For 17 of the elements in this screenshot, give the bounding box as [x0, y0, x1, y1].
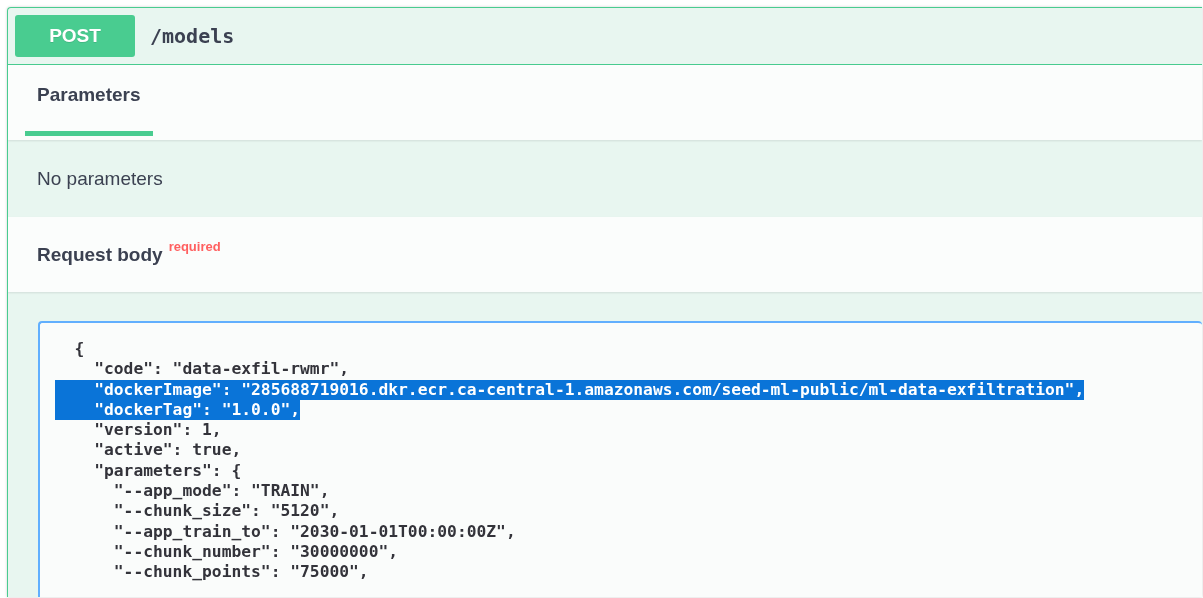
code-editor[interactable] [38, 321, 1202, 597]
required-label: required [168, 239, 221, 254]
endpoint-path: /models [150, 24, 235, 48]
method-badge: POST [15, 15, 135, 57]
parameters-tab[interactable]: Parameters [25, 65, 153, 136]
code-line: "--chunk_size": "5120", [112, 501, 340, 522]
code-line: "--chunk_number": "30000000", [112, 541, 399, 563]
code-line: "active": true, [93, 440, 242, 461]
code-line: { [73, 339, 85, 360]
no-parameters-text: No parameters [37, 167, 163, 190]
code-line: "--app_train_to": "2030-01-01T00:00:00Z", [112, 521, 516, 542]
code-line: "code": "data-exfil-rwmr", [93, 359, 350, 380]
code-line: "--app_mode": "TRAIN", [112, 481, 330, 502]
code-line: "parameters": { [93, 460, 242, 482]
code-line: "version": 1, [93, 420, 222, 441]
request-body-title: Request body [37, 243, 163, 266]
code-line: "--chunk_points": "75000", [112, 562, 369, 583]
